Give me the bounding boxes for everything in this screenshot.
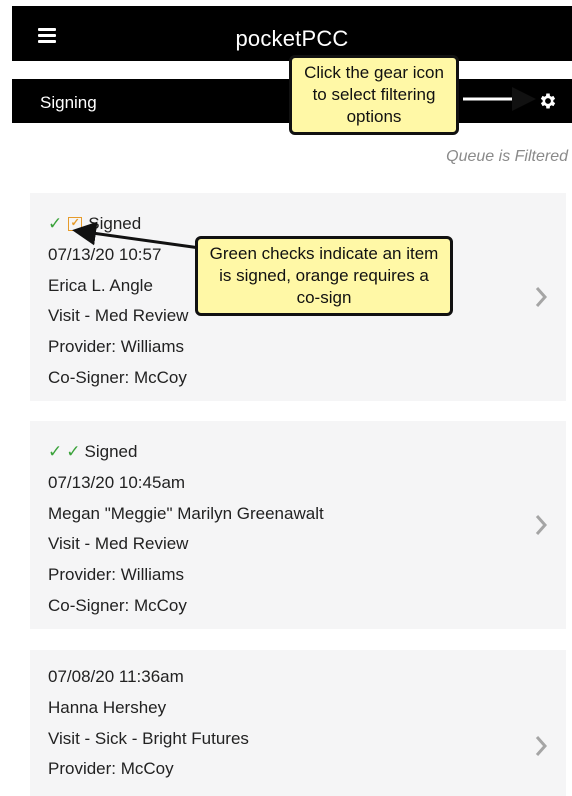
queue-item[interactable]: ✓ ✓ Signed 07/13/20 10:45am Megan "Meggi… [30,421,566,629]
signature-status-label: Signed [88,214,142,233]
item-visit: Visit - Med Review [48,306,189,326]
item-datetime: 07/13/20 10:57 [48,244,162,264]
item-visit: Visit - Med Review [48,534,189,554]
app-title: pocketPCC [235,26,349,51]
queue-filter-status: Queue is Filtered [446,148,568,165]
chevron-right-icon [535,287,548,307]
page-title: Signing [40,93,97,112]
item-datetime: 07/13/20 10:45am [48,472,186,492]
signature-status: ✓ ✓ Signed [48,209,188,240]
chevron-right-icon [535,515,548,535]
checks-callout: Green checks indicate an item is signed,… [195,236,453,316]
signature-status: ✓ ✓ Signed [48,437,324,468]
item-patient: Erica L. Angle [48,275,153,295]
item-visit: Visit - Sick - Bright Futures [48,728,249,748]
orange-check-icon: ✓ [68,217,83,232]
gear-callout: Click the gear icon to select filtering … [289,55,459,135]
item-cosigner: Co-Signer: McCoy [48,367,187,387]
queue-item[interactable]: 07/08/20 11:36am Hanna Hershey Visit - S… [30,650,566,796]
item-patient: Hanna Hershey [48,697,167,717]
item-provider: Provider: McCoy [48,759,174,779]
item-provider: Provider: Williams [48,337,185,357]
chevron-right-icon [535,736,548,756]
item-patient: Megan "Meggie" Marilyn Greenawalt [48,503,324,523]
item-provider: Provider: Williams [48,565,185,585]
signature-status-label: Signed [84,442,138,461]
app-header: pocketPCC [12,6,572,61]
gear-icon[interactable] [538,91,558,111]
green-check-icon: ✓ [48,214,63,233]
item-cosigner: Co-Signer: McCoy [48,595,187,615]
green-check-icon: ✓ [48,442,63,461]
item-datetime: 07/08/20 11:36am [48,667,184,686]
green-check-icon: ✓ [66,442,81,461]
